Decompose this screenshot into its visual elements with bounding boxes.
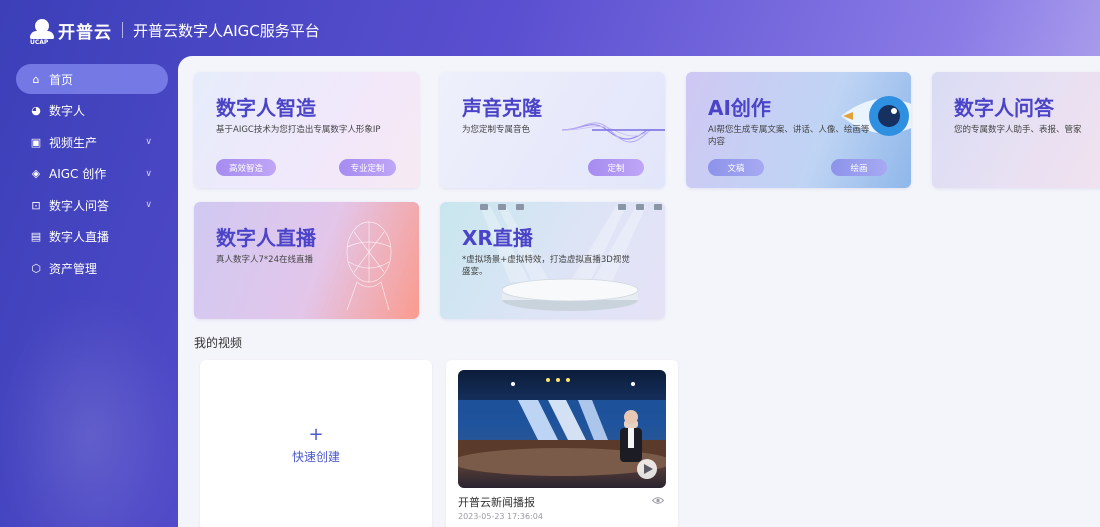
sidebar-decoration bbox=[0, 300, 180, 527]
quick-create-card[interactable]: + 快速创建 bbox=[200, 360, 432, 527]
card-desc: 基于AIGC技术为您打造出专属数字人形象IP bbox=[216, 125, 381, 135]
live-icon: ▤ bbox=[30, 230, 42, 243]
card-title: 数字人直播 bbox=[216, 226, 316, 250]
sidebar: ⌂ 首页 ◕ 数字人 ▣ 视频生产 ∨ ◈ AIGC 创作 ∨ ⊡ 数字人问答 … bbox=[16, 64, 168, 285]
preview-eye-icon[interactable] bbox=[652, 496, 664, 505]
card-title: 声音克隆 bbox=[462, 96, 542, 120]
sidebar-item-label: 资产管理 bbox=[49, 261, 98, 276]
sidebar-item-label: 视频生产 bbox=[49, 135, 98, 150]
video-thumbnail[interactable] bbox=[458, 370, 666, 488]
robot-icon: ◕ bbox=[31, 104, 41, 117]
sidebar-item-label: 数字人 bbox=[49, 104, 86, 118]
app-title: 开普云数字人AIGC服务平台 bbox=[133, 21, 320, 40]
sidebar-item-label: 数字人直播 bbox=[49, 230, 110, 244]
customize-button[interactable]: 定制 bbox=[588, 159, 644, 176]
quick-create-label: 快速创建 bbox=[291, 449, 340, 464]
logo-sub-text: UCAP bbox=[30, 39, 49, 46]
sidebar-item-assets[interactable]: ⬡ 资产管理 bbox=[16, 253, 168, 283]
card-desc: *虚拟场景+虚拟特效，打造虚拟直播3D视觉盛宴。 bbox=[462, 255, 630, 277]
card-digital-human-live[interactable]: 数字人直播 真人数字人7*24在线直播 bbox=[194, 202, 419, 319]
video-card[interactable]: 开普云新闻播报 2023-05-23 17:36:04 bbox=[446, 360, 678, 527]
stage-icon bbox=[501, 278, 639, 311]
logo-icon[interactable]: UCAP bbox=[30, 19, 54, 46]
sidebar-item-label: 数字人问答 bbox=[49, 198, 110, 213]
sidebar-item-qa[interactable]: ⊡ 数字人问答 ∨ bbox=[16, 190, 168, 220]
video-icon: ▣ bbox=[30, 135, 42, 149]
painting-button[interactable]: 绘画 bbox=[831, 159, 887, 176]
video-title: 开普云新闻播报 bbox=[458, 496, 535, 509]
bulb-icon: ◈ bbox=[31, 167, 41, 180]
card-ai-creation[interactable]: AI创作 AI帮您生成专属文案、讲话、人像、绘画等内容 文稿 绘画 bbox=[686, 72, 911, 188]
chevron-down-icon: ∨ bbox=[145, 137, 152, 147]
card-digital-human-creation[interactable]: 数字人智造 基于AIGC技术为您打造出专属数字人形象IP 高效智造 专业定制 bbox=[194, 72, 419, 188]
article-button[interactable]: 文稿 bbox=[708, 159, 764, 176]
brand-name[interactable]: 开普云 bbox=[58, 18, 112, 43]
header-divider bbox=[122, 22, 123, 38]
card-voice-clone[interactable]: 声音克隆 为您定制专属音色 定制 bbox=[440, 72, 665, 188]
card-title: AI创作 bbox=[708, 96, 771, 120]
sidebar-item-label: AIGC 创作 bbox=[49, 167, 107, 181]
card-desc: AI帮您生成专属文案、讲话、人像、绘画等内容 bbox=[708, 125, 870, 147]
card-desc: 真人数字人7*24在线直播 bbox=[216, 255, 313, 265]
card-title: 数字人智造 bbox=[216, 96, 316, 120]
card-xr-live[interactable]: XR直播 *虚拟场景+虚拟特效，打造虚拟直播3D视觉盛宴。 bbox=[440, 202, 665, 319]
efficient-create-button[interactable]: 高效智造 bbox=[216, 159, 276, 176]
app-header: UCAP 开普云 开普云数字人AIGC服务平台 bbox=[0, 0, 1100, 60]
news-studio-icon bbox=[458, 378, 666, 476]
sidebar-item-digital-human[interactable]: ◕ 数字人 bbox=[16, 96, 168, 126]
qa-icon: ⊡ bbox=[31, 198, 41, 212]
home-icon: ⌂ bbox=[32, 72, 40, 86]
plus-icon: + bbox=[308, 423, 324, 445]
section-title-my-videos: 我的视频 bbox=[194, 336, 243, 350]
main-panel: 数字人智造 基于AIGC技术为您打造出专属数字人形象IP 高效智造 专业定制 声… bbox=[178, 56, 1100, 527]
sidebar-item-label: 首页 bbox=[49, 72, 74, 87]
assets-icon: ⬡ bbox=[31, 261, 41, 275]
chevron-down-icon: ∨ bbox=[145, 200, 152, 210]
sidebar-item-video-production[interactable]: ▣ 视频生产 ∨ bbox=[16, 127, 168, 157]
sidebar-item-home[interactable]: ⌂ 首页 bbox=[16, 64, 168, 94]
chevron-down-icon: ∨ bbox=[145, 168, 152, 179]
video-timestamp: 2023-05-23 17:36:04 bbox=[458, 512, 543, 521]
card-title: 数字人问答 bbox=[954, 96, 1054, 120]
card-desc: 您的专属数字人助手、表报、管家 bbox=[954, 125, 1082, 135]
card-digital-human-qa[interactable]: 数字人问答 您的专属数字人助手、表报、管家 bbox=[932, 72, 1100, 188]
card-title: XR直播 bbox=[462, 226, 533, 250]
play-icon[interactable] bbox=[636, 458, 658, 480]
sidebar-item-aigc[interactable]: ◈ AIGC 创作 ∨ bbox=[16, 159, 168, 189]
sidebar-item-live[interactable]: ▤ 数字人直播 bbox=[16, 222, 168, 252]
card-desc: 为您定制专属音色 bbox=[462, 125, 531, 135]
custom-create-button[interactable]: 专业定制 bbox=[339, 159, 396, 176]
